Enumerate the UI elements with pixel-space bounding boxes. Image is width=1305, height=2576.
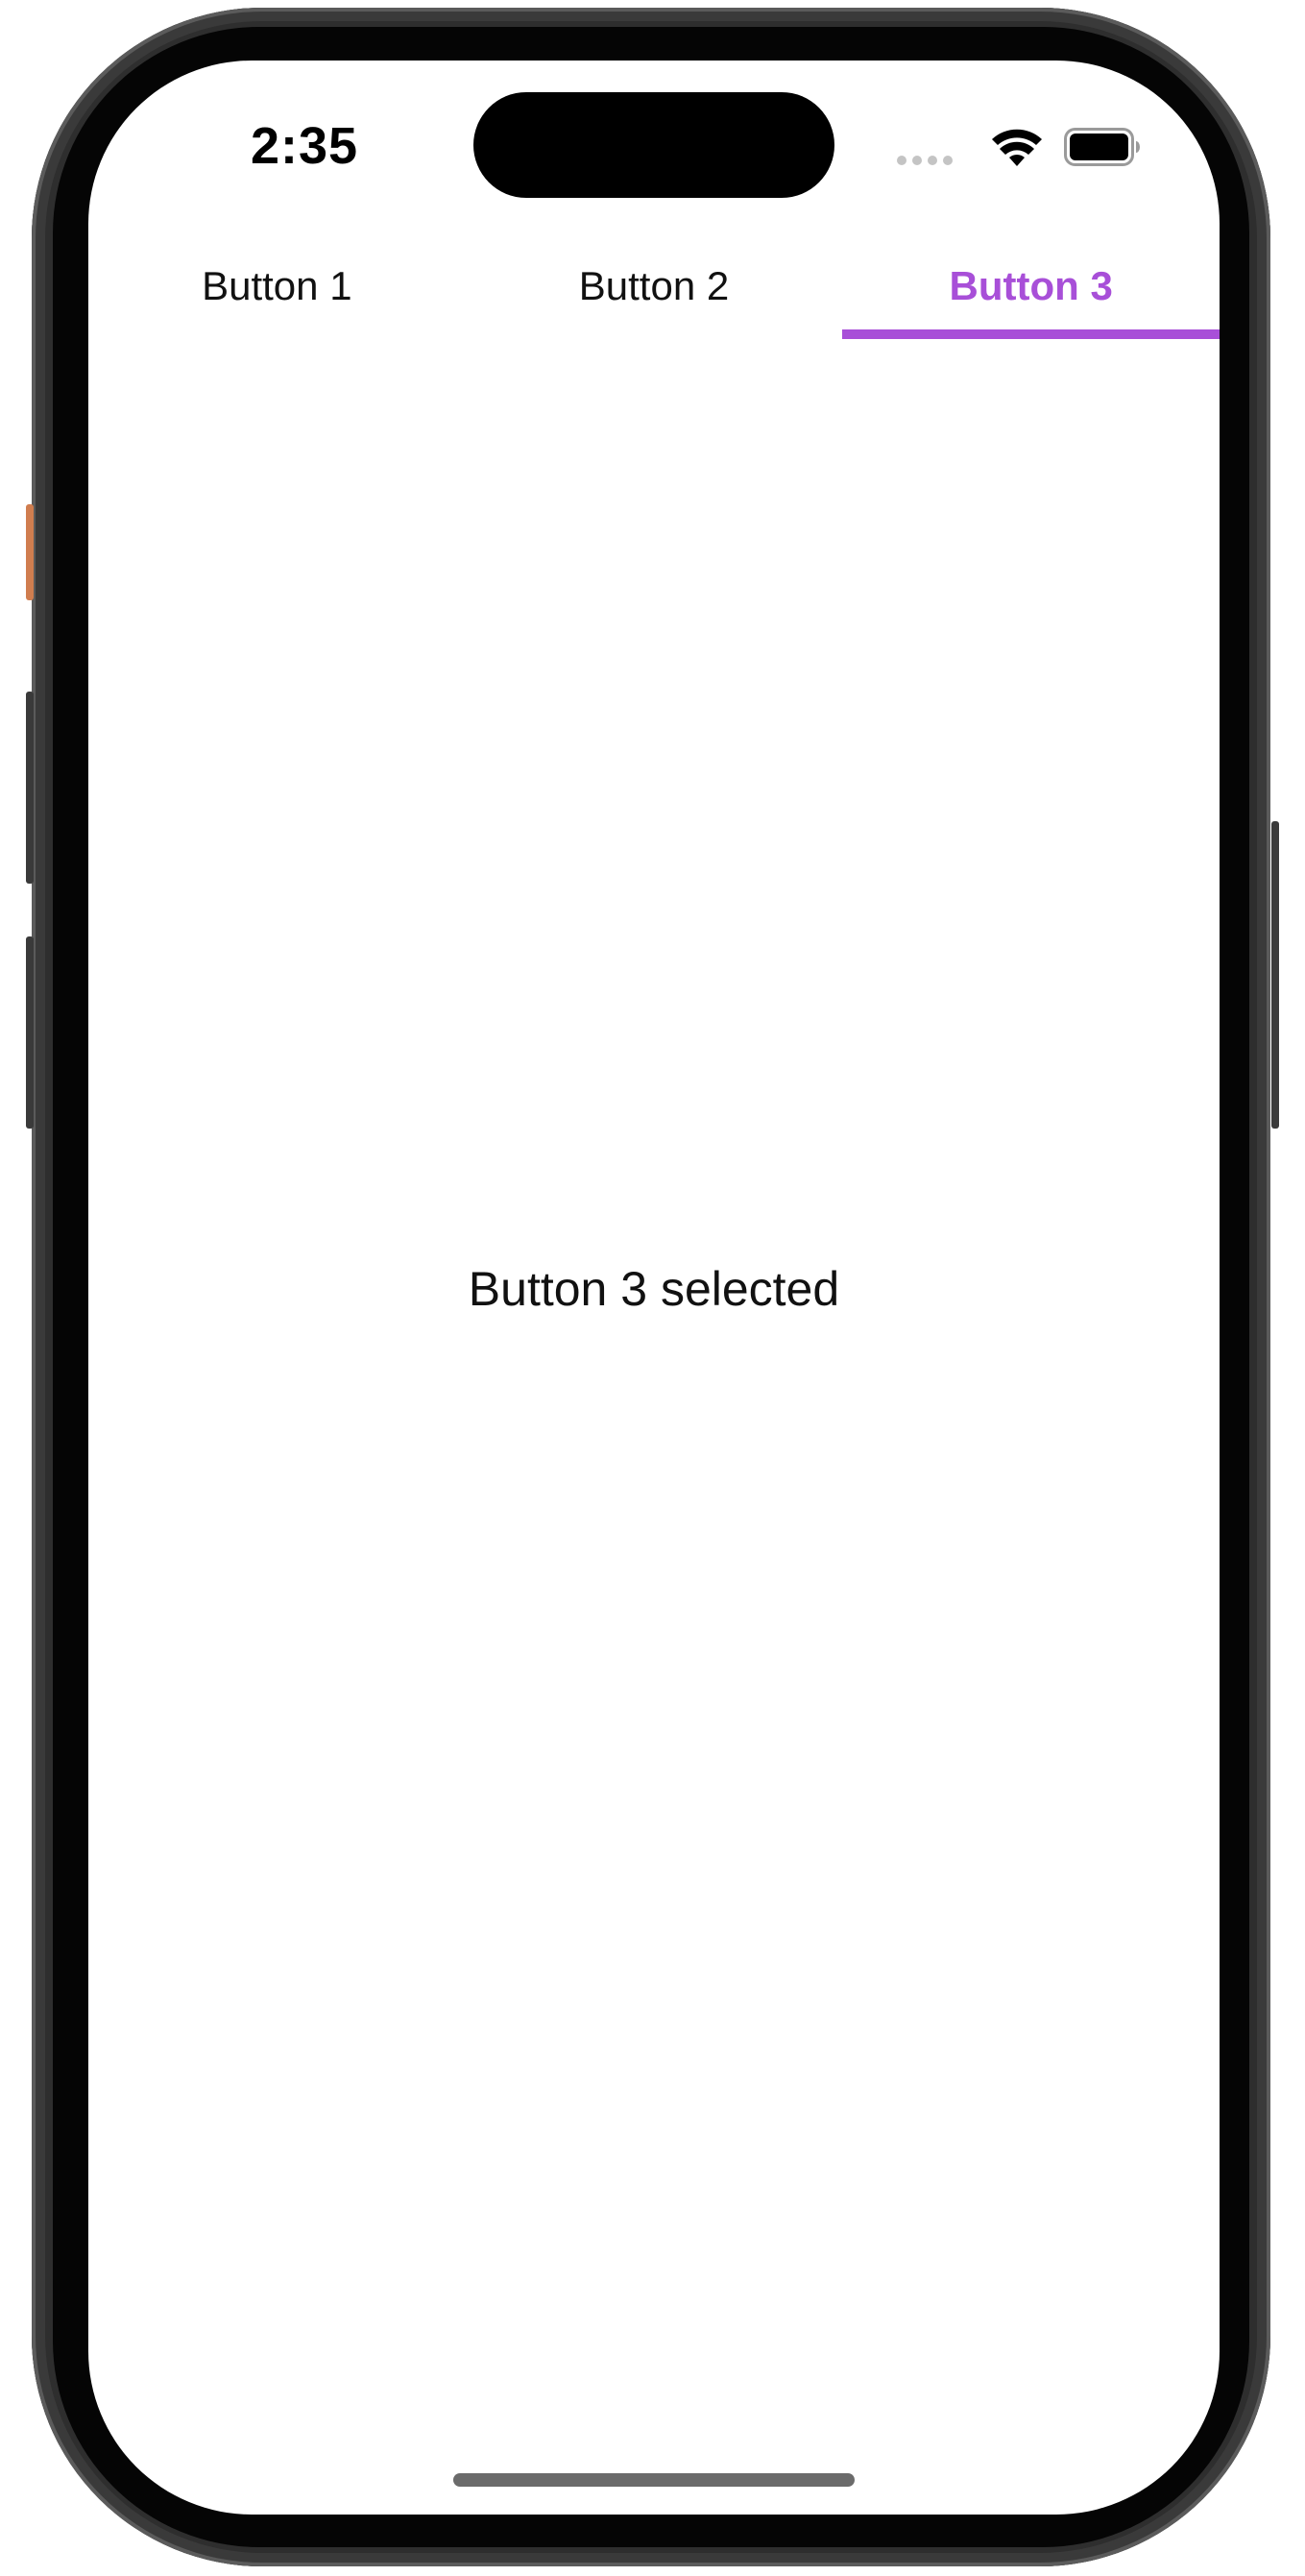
selected-tab-indicator	[842, 329, 1220, 339]
status-time: 2:35	[250, 117, 359, 175]
screen: 2:35 Button 1 Button 2 Button 3 Button 3…	[88, 61, 1220, 2515]
power-button	[1271, 821, 1279, 1129]
volume-up-button	[26, 692, 34, 884]
wifi-icon	[992, 129, 1042, 166]
tab-bar: Button 1 Button 2 Button 3	[88, 238, 1220, 334]
dynamic-island	[473, 92, 834, 198]
cellular-signal-icon	[897, 156, 953, 165]
tab-button-2[interactable]: Button 2	[466, 238, 843, 334]
tab-label: Button 2	[578, 263, 730, 308]
tab-label: Button 3	[949, 263, 1113, 308]
tab-button-3[interactable]: Button 3	[842, 238, 1220, 334]
action-button	[26, 504, 34, 600]
selected-message: Button 3 selected	[468, 1262, 840, 1316]
home-indicator[interactable]	[453, 2473, 855, 2487]
battery-icon	[1064, 128, 1140, 166]
tab-label: Button 1	[202, 263, 352, 308]
status-icons	[897, 124, 1147, 172]
tab-button-1[interactable]: Button 1	[88, 238, 466, 334]
volume-down-button	[26, 936, 34, 1129]
